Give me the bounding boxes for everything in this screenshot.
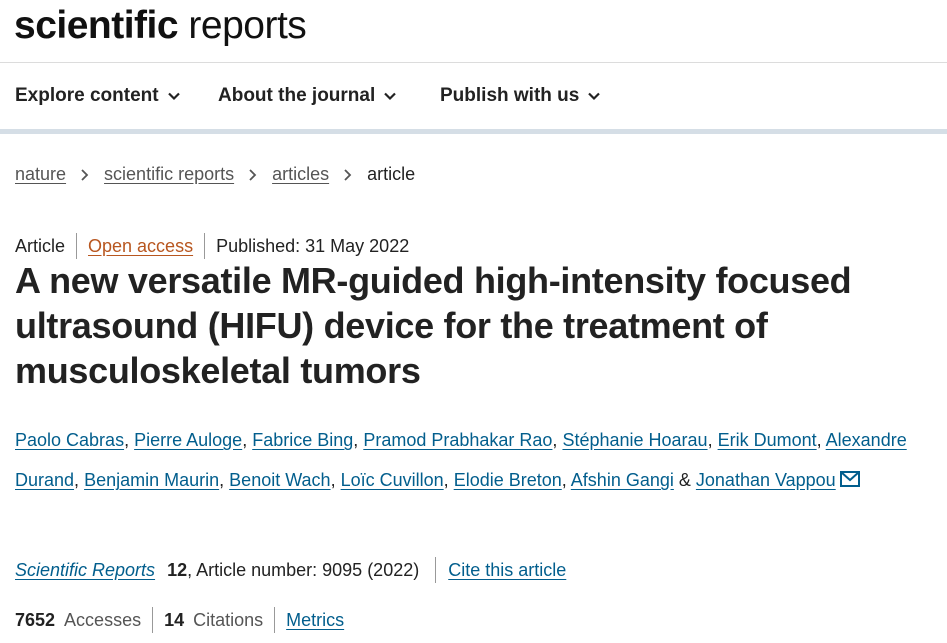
nav-about-the-journal-label: About the journal bbox=[218, 85, 376, 106]
author-list: Paolo Cabras, Pierre Auloge, Fabrice Bin… bbox=[15, 420, 940, 500]
logo-bold-text: scientific bbox=[14, 4, 179, 47]
author-separator: , bbox=[443, 470, 449, 490]
nav-about-the-journal[interactable]: About the journal bbox=[218, 85, 397, 107]
author-separator: , bbox=[242, 430, 248, 450]
chevron-down-icon bbox=[167, 92, 180, 101]
author-separator: , bbox=[219, 470, 225, 490]
metrics-link[interactable]: Metrics bbox=[286, 610, 344, 631]
author-separator: , bbox=[124, 430, 130, 450]
author-separator: , bbox=[330, 470, 336, 490]
article-number: , Article number: 9095 (2022) bbox=[187, 559, 420, 580]
divider bbox=[204, 233, 206, 259]
divider bbox=[76, 233, 78, 259]
citations-label: Citations bbox=[193, 609, 264, 630]
article-meta: Article Open access Published: 31 May 20… bbox=[15, 233, 409, 259]
author-link[interactable]: Afshin Gangi bbox=[571, 470, 674, 490]
author-separator: , bbox=[74, 470, 80, 490]
published-date: Published: 31 May 2022 bbox=[216, 235, 410, 256]
divider bbox=[152, 607, 154, 633]
author-separator: , bbox=[707, 430, 713, 450]
main-nav: Explore content About the journal Publis… bbox=[0, 63, 947, 134]
author-last-joiner: & bbox=[678, 470, 691, 490]
author-link[interactable]: Benoit Wach bbox=[229, 470, 330, 490]
author-link[interactable]: Erik Dumont bbox=[718, 430, 817, 450]
chevron-down-icon bbox=[384, 92, 397, 101]
logo-light-text: reports bbox=[188, 4, 307, 47]
breadcrumb-current: article bbox=[367, 164, 416, 184]
author-link[interactable]: Jonathan Vappou bbox=[696, 470, 836, 490]
chevron-right-icon bbox=[249, 168, 257, 181]
nav-publish-with-us-label: Publish with us bbox=[440, 85, 580, 106]
breadcrumb-link-nature[interactable]: nature bbox=[15, 164, 66, 185]
nav-explore-content[interactable]: Explore content bbox=[15, 85, 181, 107]
author-link[interactable]: Benjamin Maurin bbox=[84, 470, 219, 490]
author-separator: , bbox=[816, 430, 822, 450]
divider bbox=[274, 607, 276, 633]
site-header: scientific reports bbox=[0, 0, 947, 63]
nav-explore-content-label: Explore content bbox=[15, 85, 159, 106]
journal-volume: 12 bbox=[167, 559, 188, 580]
author-separator: , bbox=[561, 470, 567, 490]
nav-publish-with-us[interactable]: Publish with us bbox=[440, 85, 601, 107]
mail-icon[interactable] bbox=[839, 471, 860, 487]
journal-link[interactable]: Scientific Reports bbox=[15, 560, 155, 581]
citations-count: 14 bbox=[164, 609, 185, 630]
article-type: Article bbox=[15, 235, 66, 256]
author-link[interactable]: Fabrice Bing bbox=[252, 430, 353, 450]
author-link[interactable]: Pierre Auloge bbox=[134, 430, 242, 450]
accesses-count: 7652 bbox=[15, 609, 56, 630]
article-stats: 7652 Accesses 14 Citations Metrics bbox=[15, 607, 344, 633]
journal-info: Scientific Reports 12 , Article number: … bbox=[15, 557, 566, 583]
breadcrumb-link-articles[interactable]: articles bbox=[272, 164, 329, 185]
chevron-right-icon bbox=[81, 168, 89, 181]
cite-this-article-link[interactable]: Cite this article bbox=[448, 560, 566, 581]
author-link[interactable]: Loïc Cuvillon bbox=[341, 470, 444, 490]
accesses-label: Accesses bbox=[64, 609, 142, 630]
author-link[interactable]: Pramod Prabhakar Rao bbox=[363, 430, 552, 450]
author-separator: , bbox=[353, 430, 359, 450]
author-link[interactable]: Paolo Cabras bbox=[15, 430, 124, 450]
article-title: A new versatile MR-guided high-intensity… bbox=[15, 260, 852, 391]
author-link[interactable]: Stéphanie Hoarau bbox=[562, 430, 707, 450]
author-separator: , bbox=[552, 430, 558, 450]
journal-logo[interactable]: scientific reports bbox=[14, 4, 307, 48]
chevron-right-icon bbox=[344, 168, 352, 181]
breadcrumb-link-scientific-reports[interactable]: scientific reports bbox=[104, 164, 234, 185]
open-access-link[interactable]: Open access bbox=[88, 236, 193, 257]
breadcrumb: nature scientific reports articles artic… bbox=[15, 164, 415, 185]
author-link[interactable]: Elodie Breton bbox=[454, 470, 562, 490]
chevron-down-icon bbox=[588, 92, 601, 101]
divider bbox=[435, 557, 437, 583]
